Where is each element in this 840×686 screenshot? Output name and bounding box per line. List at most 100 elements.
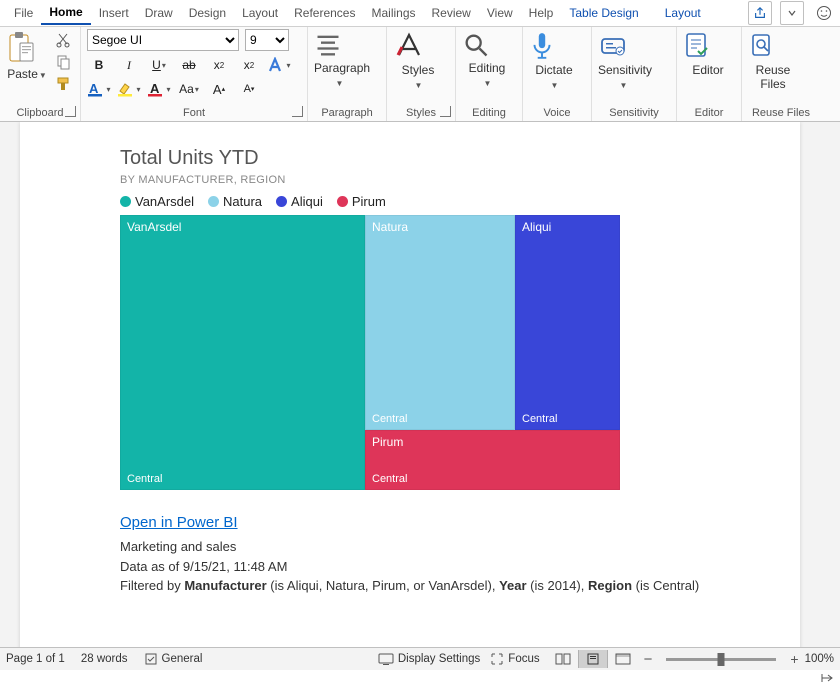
tab-design[interactable]: Design [181,2,234,24]
tab-help[interactable]: Help [521,2,562,24]
svg-text:A: A [89,81,99,96]
view-web-button[interactable] [608,650,638,668]
sensitivity-group-label: Sensitivity [598,107,670,121]
status-display-settings[interactable]: Display Settings [398,653,480,665]
group-font: Segoe UI 9 B I U▾ ab x2 x2 ▾ A▾ ▾ A▾ Aa▾… [81,27,308,121]
editing-label: Editing [469,61,506,75]
chart-title: Total Units YTD [120,147,700,170]
view-print-button[interactable] [578,650,608,668]
share-button[interactable] [748,1,772,25]
tab-review[interactable]: Review [424,2,479,24]
styles-label: Styles [402,63,435,77]
reuse-files-label: Reuse Files [748,63,798,91]
change-case-button[interactable]: Aa▾ [177,79,201,99]
tab-file[interactable]: File [6,2,41,24]
chart-legend: VanArsdel Natura Aliqui Pirum [120,194,700,209]
group-styles: Styles▼ Styles [387,27,456,121]
editor-label: Editor [683,63,733,77]
tab-context-layout[interactable]: Layout [657,2,709,24]
editing-group-label: Editing [462,107,516,121]
collapse-ribbon-button[interactable] [820,672,836,684]
paste-button[interactable]: Paste▼ [6,29,48,81]
legend-label: VanArsdel [135,194,194,209]
font-launcher[interactable] [292,106,303,117]
format-painter-button[interactable] [52,75,74,93]
tab-mailings[interactable]: Mailings [363,2,423,24]
status-proofing-icon[interactable] [144,652,158,666]
underline-button[interactable]: U▾ [147,55,171,75]
shrink-font-button[interactable]: A▾ [237,79,261,99]
clipboard-launcher[interactable] [65,106,76,117]
tab-view[interactable]: View [479,2,521,24]
reuse-files-button[interactable]: Reuse Files [748,29,798,91]
group-sensitivity: Sensitivity▼ Sensitivity [592,27,677,121]
tab-draw[interactable]: Draw [137,2,181,24]
zoom-in-button[interactable]: + [790,651,798,667]
styles-button[interactable]: Styles▼ [393,29,443,91]
grow-font-button[interactable]: A▴ [207,79,231,99]
display-settings-icon[interactable] [378,653,394,665]
strikethrough-button[interactable]: ab [177,55,201,75]
overflow-button[interactable] [780,1,804,25]
highlight-button[interactable]: ▾ [117,79,141,99]
status-bar: Page 1 of 1 28 words General Display Set… [0,647,840,670]
paragraph-group-label: Paragraph [314,107,380,121]
tab-table-design[interactable]: Table Design [561,2,646,24]
italic-button[interactable]: I [117,55,141,75]
bold-button[interactable]: B [87,55,111,75]
document-area[interactable]: Total Units YTD BY MANUFACTURER, REGION … [0,122,840,647]
paste-label: Paste [7,67,38,81]
clipboard-group-label: Clipboard [6,107,74,121]
treemap-tile-aliqui: AliquiCentral [515,215,620,430]
editor-button[interactable]: Editor [683,29,733,77]
meta-date: Data as of 9/15/21, 11:48 AM [120,557,700,577]
status-focus[interactable]: Focus [508,653,539,665]
paragraph-button[interactable]: Paragraph▼ [314,29,364,89]
tab-home[interactable]: Home [41,1,90,25]
tab-layout[interactable]: Layout [234,2,286,24]
legend-label: Natura [223,194,262,209]
font-group-label: Font [87,107,301,121]
group-voice: Dictate▼ Voice [523,27,592,121]
status-page[interactable]: Page 1 of 1 [6,653,65,665]
copy-button[interactable] [52,53,74,71]
document-page: Total Units YTD BY MANUFACTURER, REGION … [20,122,800,647]
treemap-tile-natura: NaturaCentral [365,215,515,430]
font-color-char-button[interactable]: A▾ [87,79,111,99]
group-editor: Editor Editor [677,27,742,121]
font-color-button[interactable]: A▾ [147,79,171,99]
cut-button[interactable] [52,31,74,49]
zoom-out-button[interactable]: − [644,651,653,668]
sensitivity-button[interactable]: Sensitivity▼ [598,29,648,91]
open-power-bi-link[interactable]: Open in Power BI [120,514,238,531]
tab-insert[interactable]: Insert [91,2,137,24]
zoom-slider[interactable] [666,658,776,661]
group-editing: Editing▼ Editing [456,27,523,121]
group-paragraph: Paragraph▼ Paragraph [308,27,387,121]
superscript-button[interactable]: x2 [237,55,261,75]
tab-references[interactable]: References [286,2,363,24]
chart-meta: Marketing and sales Data as of 9/15/21, … [120,537,700,596]
status-language[interactable]: General [162,653,203,665]
status-zoom[interactable]: 100% [805,653,834,665]
legend-swatch-aliqui [276,196,287,207]
text-effects-button[interactable]: ▾ [267,55,291,75]
font-size-select[interactable]: 9 [245,29,289,51]
subscript-button[interactable]: x2 [207,55,231,75]
view-read-button[interactable] [548,650,578,668]
svg-text:A: A [150,81,160,96]
legend-swatch-pirum [337,196,348,207]
font-family-select[interactable]: Segoe UI [87,29,239,51]
styles-launcher[interactable] [440,106,451,117]
voice-group-label: Voice [529,107,585,121]
status-word-count[interactable]: 28 words [81,653,128,665]
editing-button[interactable]: Editing▼ [462,29,512,89]
dictate-button[interactable]: Dictate▼ [529,29,579,91]
feedback-smile-icon[interactable] [812,1,836,25]
ribbon: Paste▼ Clipboard Segoe UI 9 B I U▾ ab x2 [0,27,840,122]
chart-subtitle: BY MANUFACTURER, REGION [120,174,700,186]
treemap-tile-vanarsdel: VanArsdelCentral [120,215,365,490]
sensitivity-label: Sensitivity [598,63,652,77]
focus-icon[interactable] [490,652,504,666]
paragraph-label: Paragraph [314,61,370,75]
